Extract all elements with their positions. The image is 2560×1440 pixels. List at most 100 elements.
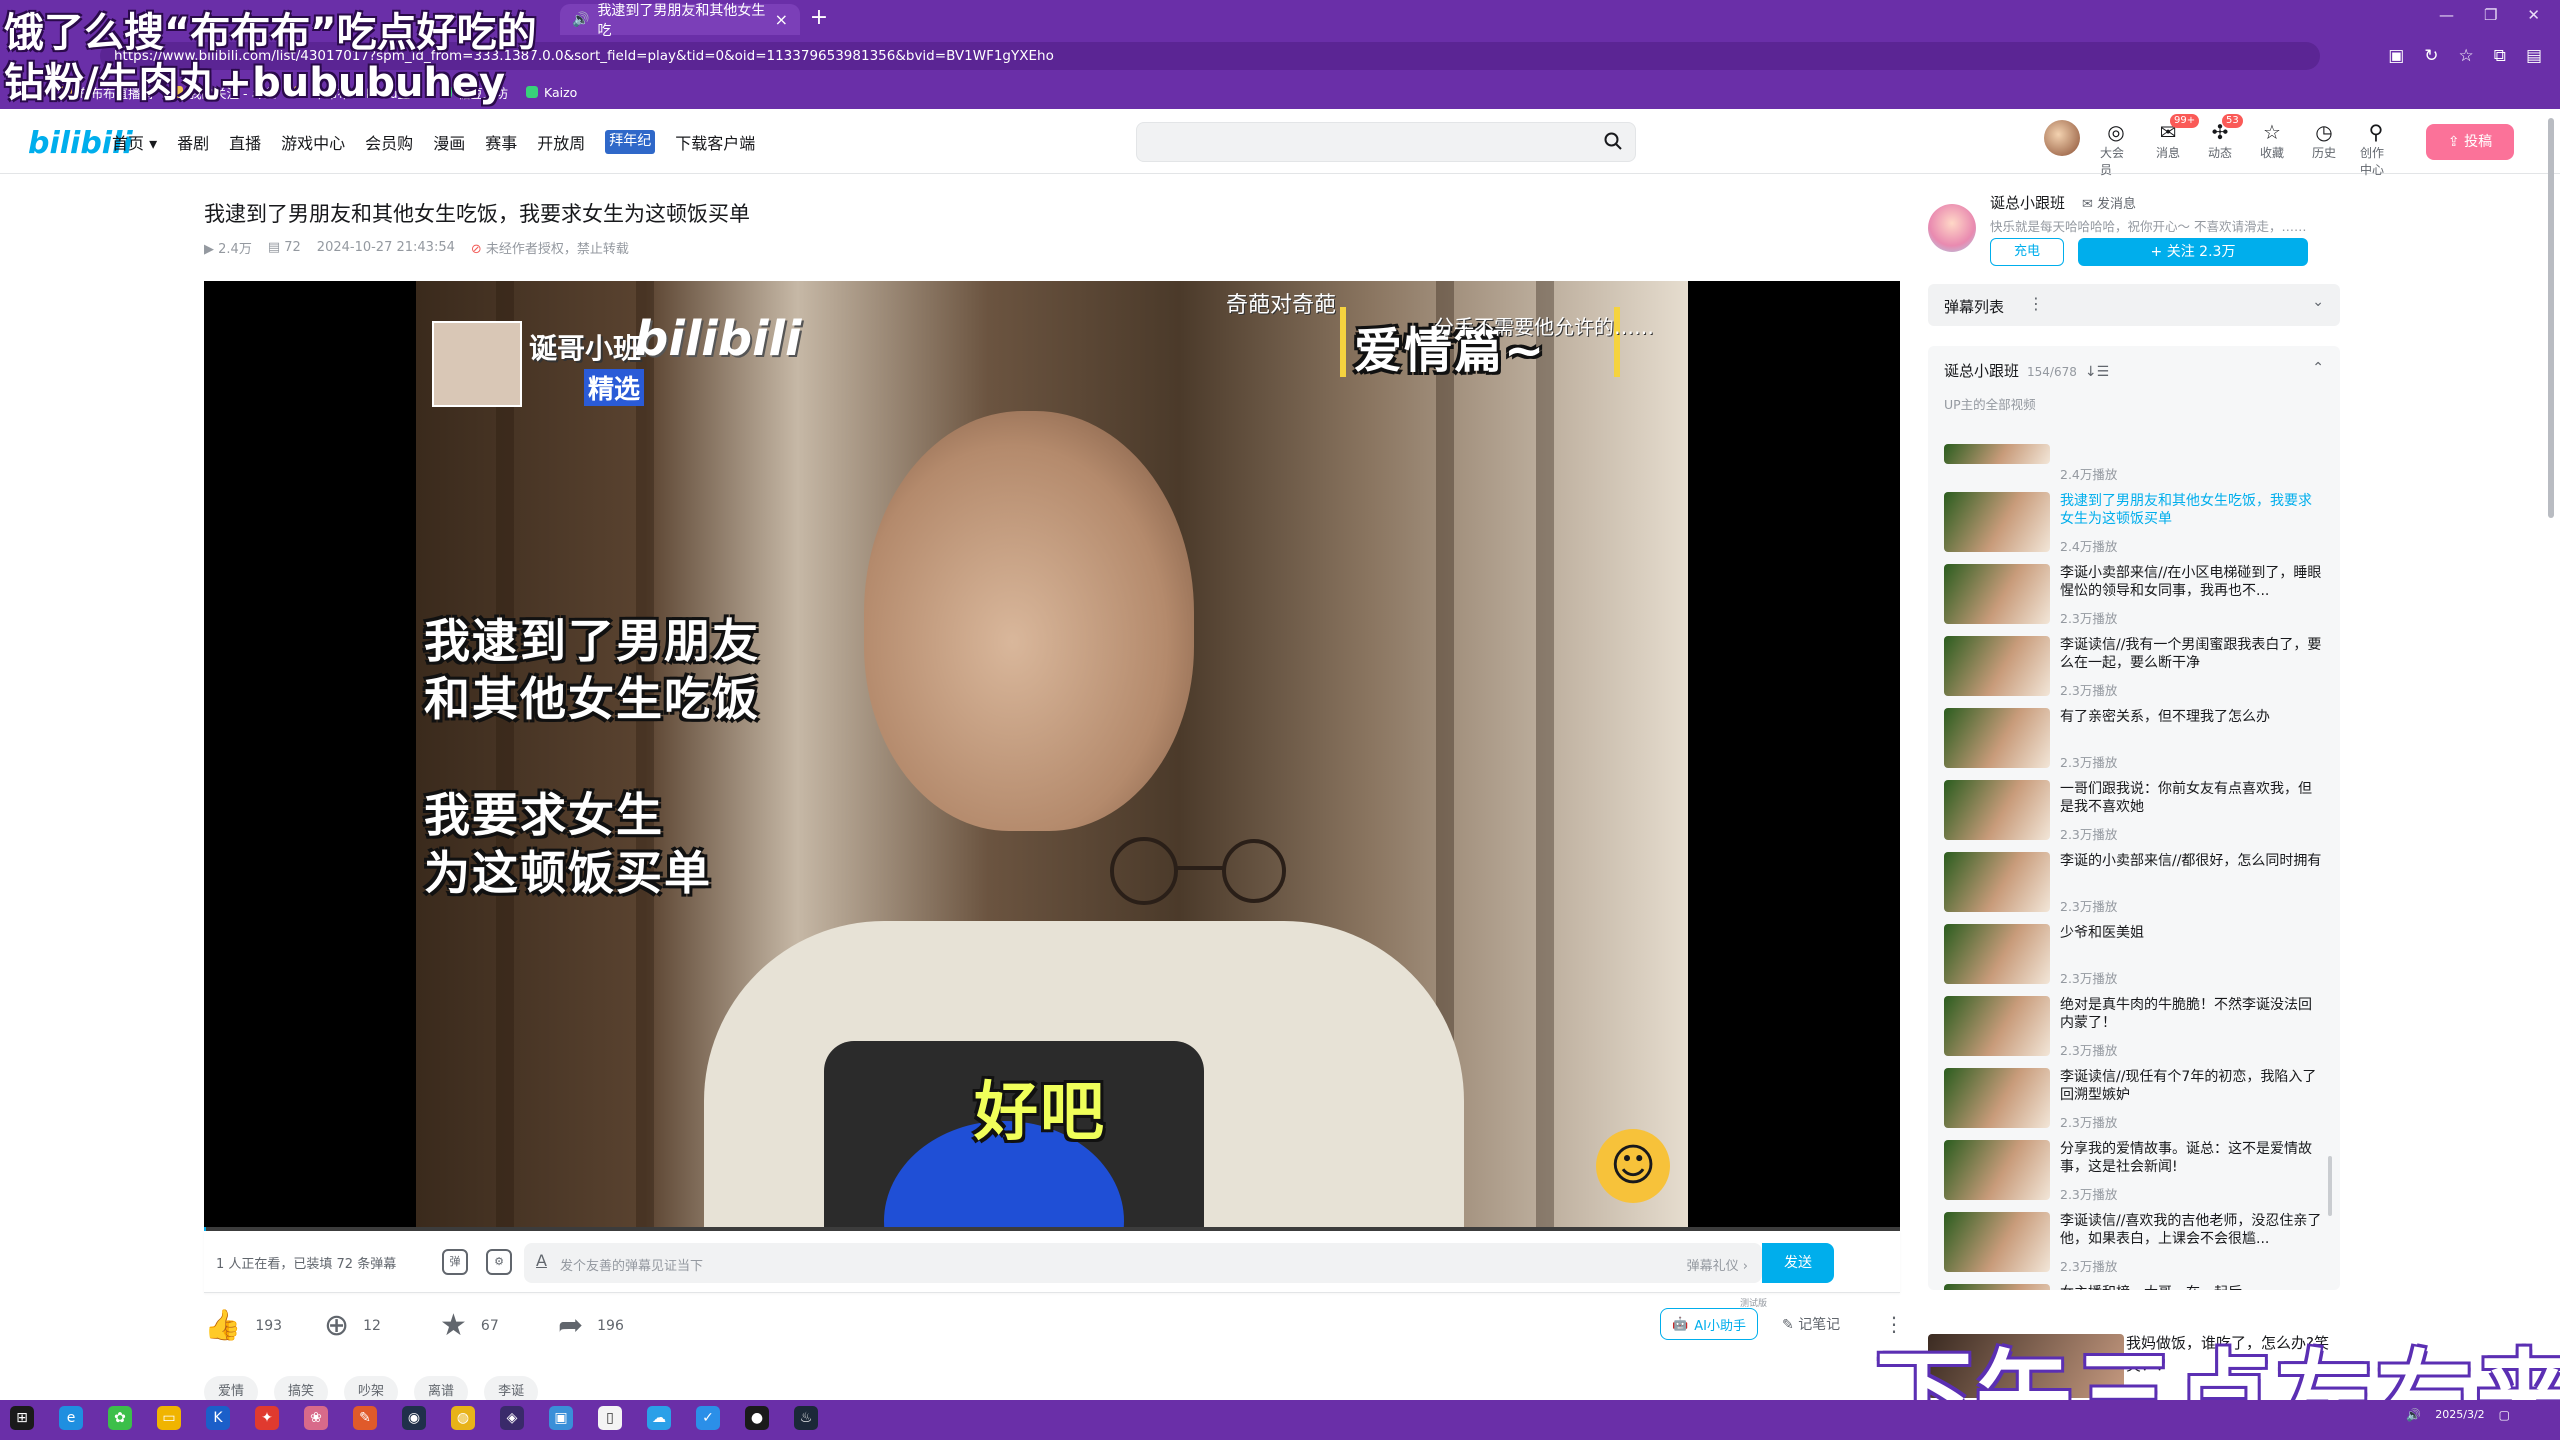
favorite-button[interactable]: ★ 67 (440, 1308, 499, 1343)
app-purple-icon[interactable]: ◈ (500, 1406, 524, 1430)
video-thumbnail[interactable] (1944, 708, 2050, 768)
volume-icon[interactable]: 🔊 (2406, 1408, 2421, 1422)
close-icon[interactable]: × (775, 10, 788, 29)
list-item-title[interactable]: 我逮到了男朋友和其他女生吃饭，我要求女生为这顿饭买单 (2060, 492, 2322, 528)
bookmark-item[interactable]: Kaizo (526, 85, 577, 100)
list-item[interactable]: 李诞读信//现任有个7年的初恋，我陷入了回溯型嫉妒 2.3万播放 (1944, 1066, 2324, 1138)
app-pink-icon[interactable]: ❀ (304, 1406, 328, 1430)
uploader-name[interactable]: 诞总小跟班 (1990, 192, 2065, 213)
notification-icon[interactable]: ▢ (2499, 1408, 2510, 1422)
list-item-title[interactable]: 少爷和医美姐 (2060, 924, 2322, 942)
nav-match[interactable]: 赛事 (485, 130, 517, 154)
new-tab-button[interactable]: + (806, 5, 832, 31)
app-red-icon[interactable]: ✦ (255, 1406, 279, 1430)
charge-button[interactable]: 充电 (1990, 238, 2064, 266)
video-thumbnail[interactable] (1944, 924, 2050, 984)
list-item[interactable]: 少爷和医美姐 2.3万播放 (1944, 922, 2324, 994)
playlist-scrollbar[interactable] (2328, 1156, 2332, 1216)
list-item-title[interactable]: 李诞读信//喜欢我的吉他老师，没忍住亲了他，如果表白，上课会不会很尴... (2060, 1212, 2322, 1248)
notes-button[interactable]: ✎ 记笔记 (1782, 1314, 1840, 1334)
video-thumbnail[interactable] (1944, 636, 2050, 696)
maximize-button[interactable]: ❐ (2484, 6, 2497, 24)
list-item[interactable]: 李诞读信//喜欢我的吉他老师，没忍住亲了他，如果表白，上课会不会很尴... 2.3… (1944, 1210, 2324, 1282)
app-sky-icon[interactable]: ☁ (647, 1406, 671, 1430)
video-thumbnail[interactable] (1944, 996, 2050, 1056)
danmaku-toggle-icon[interactable]: 弹 (442, 1249, 468, 1275)
list-item[interactable]: 一哥们跟我说：你前女友有点喜欢我，但是我不喜欢她 2.3万播放 (1944, 778, 2324, 850)
chevron-down-icon[interactable]: ⌄ (2312, 294, 2324, 310)
list-item-title[interactable]: 有了亲密关系，但不理我了怎么办 (2060, 708, 2322, 726)
minimize-button[interactable]: — (2439, 6, 2454, 24)
list-item[interactable]: 女主播和榜一大哥，在一起后 (1944, 1282, 2324, 1290)
danmaku-input[interactable]: A 发个友善的弹幕见证当下 弹幕礼仪 › (524, 1243, 1762, 1283)
more-icon[interactable]: ⋮ (2028, 294, 2044, 313)
header-messages[interactable]: 99+ ✉ 消息 (2152, 114, 2200, 161)
list-item-title[interactable]: 女主播和榜一大哥，在一起后 (2060, 1284, 2322, 1290)
nav-manga[interactable]: 漫画 (433, 130, 465, 154)
list-item-title[interactable]: 李诞小卖部来信//在小区电梯碰到了，睡眼惺忪的领导和女同事，我再也不... (2060, 564, 2322, 600)
send-message-link[interactable]: ✉ 发消息 (2082, 193, 2136, 212)
danmaku-settings-icon[interactable]: ⚙ (486, 1249, 512, 1275)
start-icon[interactable]: ⊞ (10, 1406, 34, 1430)
danmaku-etiquette-link[interactable]: 弹幕礼仪 › (1687, 1255, 1748, 1274)
send-button[interactable]: 发送 (1762, 1243, 1834, 1283)
list-item[interactable]: 有了亲密关系，但不理我了怎么办 2.3万播放 (1944, 706, 2324, 778)
tab-active[interactable]: 🔊 我逮到了男朋友和其他女生吃 × (560, 3, 800, 39)
list-item-title[interactable]: 一哥们跟我说：你前女友有点喜欢我，但是我不喜欢她 (2060, 780, 2322, 816)
nav-shop[interactable]: 会员购 (365, 130, 413, 154)
upload-button[interactable]: ⇪ 投稿 (2426, 124, 2514, 160)
sidebar-icon[interactable]: ▤ (2526, 46, 2542, 66)
favorites-star-icon[interactable]: ☆ (2459, 46, 2474, 66)
obs-icon[interactable]: ◉ (402, 1406, 426, 1430)
list-item[interactable]: 绝对是真牛肉的牛脆脆！不然李诞没法回内蒙了！ 2.3万播放 (1944, 994, 2324, 1066)
search-icon[interactable] (1603, 131, 1623, 151)
header-history[interactable]: ◷ 历史 (2308, 120, 2340, 161)
folder-icon[interactable]: ▭ (157, 1406, 181, 1430)
app-dark-icon[interactable]: ● (745, 1406, 769, 1430)
list-item-title[interactable]: 李诞读信//现任有个7年的初恋，我陷入了回溯型嫉妒 (2060, 1068, 2322, 1104)
uploader-avatar[interactable] (1928, 204, 1976, 252)
app-icon[interactable]: ✿ (108, 1406, 132, 1430)
list-item-title[interactable]: 李诞的小卖部来信//都很好，怎么同时拥有 (2060, 852, 2322, 870)
video-thumbnail[interactable] (1944, 564, 2050, 624)
list-item[interactable]: 李诞小卖部来信//在小区电梯碰到了，睡眼惺忪的领导和女同事，我再也不... 2.3… (1944, 562, 2324, 634)
refresh-icon[interactable]: ↻ (2424, 46, 2438, 66)
nav-home[interactable]: 首页 ▾ (112, 130, 157, 154)
video-thumbnail[interactable] (1944, 444, 2050, 464)
share-button[interactable]: ➦ 196 (558, 1308, 624, 1343)
header-creator[interactable]: ⚲ 创作中心 (2360, 120, 2392, 178)
font-style-icon[interactable]: A (536, 1251, 547, 1270)
list-item-title[interactable]: 李诞读信//我有一个男闺蜜跟我表白了，要么在一起，要么断干净 (2060, 636, 2322, 672)
video-thumbnail[interactable] (1944, 492, 2050, 552)
page-scrollbar[interactable] (2548, 118, 2554, 518)
video-thumbnail[interactable] (1944, 1068, 2050, 1128)
nav-games[interactable]: 游戏中心 (281, 130, 345, 154)
list-item-title[interactable]: 分享我的爱情故事。诞总：这不是爱情故事，这是社会新闻! (2060, 1140, 2322, 1176)
avatar[interactable] (2044, 120, 2080, 156)
follow-button[interactable]: + 关注 2.3万 (2078, 238, 2308, 266)
nav-anime[interactable]: 番剧 (177, 130, 209, 154)
ai-assistant-button[interactable]: 🤖 AI小助手 (1660, 1308, 1758, 1340)
app-check-icon[interactable]: ✓ (696, 1406, 720, 1430)
nav-open-week[interactable]: 开放周 (537, 130, 585, 154)
extension-icon[interactable]: ▣ (2388, 46, 2404, 66)
list-item[interactable]: 我逮到了男朋友和其他女生吃饭，我要求女生为这顿饭买单 2.4万播放 (1944, 490, 2324, 562)
danmaku-list-panel[interactable]: 弹幕列表 ⋮ ⌄ (1928, 284, 2340, 326)
header-favorites[interactable]: ☆ 收藏 (2256, 120, 2288, 161)
chevron-up-icon[interactable]: ⌃ (2312, 360, 2324, 376)
notepad-icon[interactable]: ▯ (598, 1406, 622, 1430)
header-member[interactable]: ◎ 大会员 (2100, 120, 2132, 178)
steam-icon[interactable]: ♨ (794, 1406, 818, 1430)
nav-live[interactable]: 直播 (229, 130, 261, 154)
video-thumbnail[interactable] (1944, 1212, 2050, 1272)
video-player[interactable]: 诞哥小班 bilibili 精选 奇葩对奇葩 爱情篇~ 分手不需要他允许的…… … (204, 281, 1900, 1231)
video-thumbnail[interactable] (1944, 1140, 2050, 1200)
nav-new-year[interactable]: 拜年纪 (605, 130, 656, 154)
video-thumbnail[interactable] (1944, 1284, 2050, 1290)
close-window-button[interactable]: ✕ (2527, 6, 2540, 24)
coin-button[interactable]: ⊕ 12 (324, 1308, 381, 1343)
list-item[interactable]: 李诞读信//我有一个男闺蜜跟我表白了，要么在一起，要么断干净 2.3万播放 (1944, 634, 2324, 706)
app-orange-icon[interactable]: ✎ (353, 1406, 377, 1430)
video-thumbnail[interactable] (1944, 780, 2050, 840)
sort-icon[interactable]: ↓☰ (2085, 364, 2109, 380)
